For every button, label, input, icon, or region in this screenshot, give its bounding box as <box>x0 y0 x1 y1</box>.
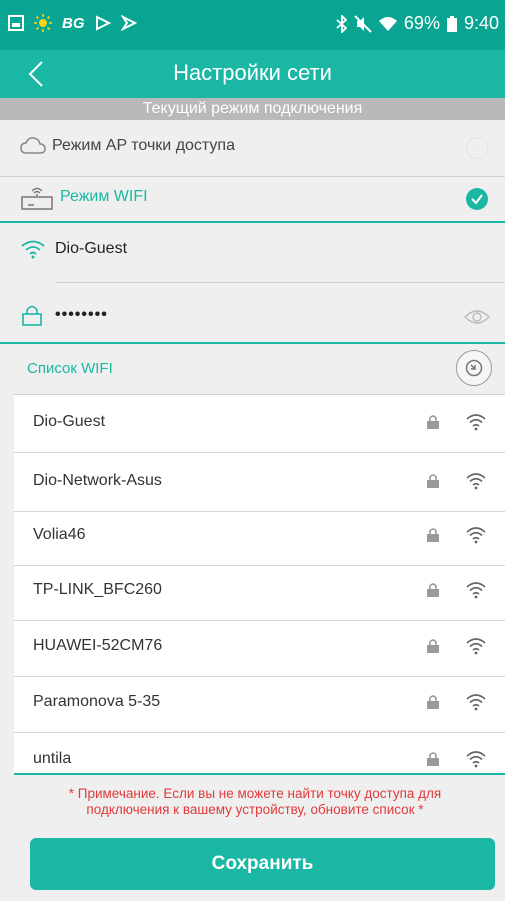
wifi-mode-option[interactable]: Режим WIFI <box>0 177 505 221</box>
wifi-status-icon <box>378 16 397 31</box>
ap-mode-label: Режим AP точки доступа <box>52 137 235 154</box>
password-field[interactable]: •••••••• <box>0 290 505 342</box>
wifi-signal-icon <box>466 638 486 655</box>
wifi-name: TP-LINK_BFC260 <box>33 581 162 598</box>
carrier-label: BG <box>62 14 85 32</box>
refresh-icon <box>465 359 483 377</box>
wifi-list-item[interactable]: TP-LINK_BFC260 <box>14 563 505 621</box>
app-bar: Настройки сети <box>0 50 505 98</box>
wifi-name: untila <box>33 750 72 767</box>
router-icon <box>21 187 53 210</box>
wifi-signal-icon <box>466 582 486 599</box>
wifi-signal-icon <box>466 414 486 431</box>
lock-small-icon <box>427 695 439 709</box>
battery-icon <box>446 15 457 32</box>
wifi-icon <box>21 240 45 259</box>
wifi-signal-icon <box>466 473 486 490</box>
brightness-icon <box>34 14 52 32</box>
check-icon[interactable] <box>466 188 488 210</box>
lock-small-icon <box>427 528 439 542</box>
status-bar: BG 69% 9:40 <box>0 0 505 50</box>
wifi-list[interactable]: Dio-Guest Dio-Network-Asus Volia46 TP-LI… <box>14 395 505 773</box>
wifi-list-title: Список WIFI <box>27 360 113 377</box>
ap-mode-radio[interactable] <box>466 137 488 159</box>
ap-mode-option[interactable]: Режим AP точки доступа <box>0 120 505 176</box>
lock-small-icon <box>427 752 439 766</box>
wifi-list-item[interactable]: Dio-Guest <box>14 395 505 453</box>
mute-icon <box>354 14 372 33</box>
wifi-list-item[interactable]: untila <box>14 732 505 773</box>
eye-icon[interactable] <box>464 308 490 326</box>
divider <box>14 773 505 775</box>
wifi-list-item[interactable]: HUAWEI-52CM76 <box>14 619 505 677</box>
cloud-icon <box>20 137 46 154</box>
wifi-list-item[interactable]: Dio-Network-Asus <box>14 454 505 512</box>
wifi-signal-icon <box>466 694 486 711</box>
status-right: 69% 9:40 <box>336 13 499 34</box>
bluetooth-icon <box>336 14 348 33</box>
flag-icon <box>120 15 137 31</box>
password-value[interactable]: •••••••• <box>55 306 108 324</box>
play-store-icon <box>95 15 111 31</box>
wifi-name: Dio-Guest <box>33 413 106 430</box>
wifi-list-item[interactable]: Volia46 <box>14 508 505 566</box>
wifi-list-header: Список WIFI <box>0 344 505 394</box>
clock: 9:40 <box>463 13 499 33</box>
wifi-name: HUAWEI-52CM76 <box>33 637 163 654</box>
wifi-name: Volia46 <box>33 526 86 543</box>
lock-icon <box>22 305 42 326</box>
ssid-field[interactable]: Dio-Guest <box>0 223 505 279</box>
refresh-button[interactable] <box>456 350 492 386</box>
lock-small-icon <box>427 639 439 653</box>
divider <box>55 282 505 283</box>
wifi-mode-label: Режим WIFI <box>60 188 148 205</box>
save-button[interactable]: Сохранить <box>30 838 495 890</box>
wifi-signal-icon <box>466 751 486 768</box>
gallery-notification-icon <box>8 15 24 31</box>
wifi-signal-icon <box>466 527 486 544</box>
lock-small-icon <box>427 583 439 597</box>
lock-small-icon <box>427 415 439 429</box>
status-left: BG <box>8 14 137 32</box>
hint-note: * Примечание. Если вы не можете найти то… <box>68 786 442 817</box>
wifi-list-item[interactable]: Paramonova 5-35 <box>14 675 505 733</box>
battery-percent: 69% <box>403 13 440 33</box>
ssid-value[interactable]: Dio-Guest <box>55 240 127 258</box>
lock-small-icon <box>427 474 439 488</box>
connection-mode-header: Текущий режим подключения <box>0 98 505 120</box>
wifi-name: Paramonova 5-35 <box>33 693 161 710</box>
wifi-name: Dio-Network-Asus <box>33 472 162 489</box>
page-title: Настройки сети <box>173 60 332 85</box>
